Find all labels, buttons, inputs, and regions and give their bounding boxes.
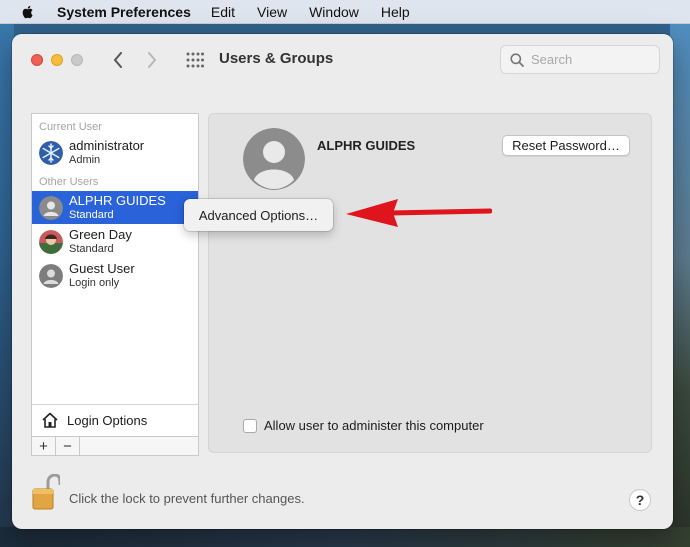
user-role: Admin — [69, 154, 101, 166]
remove-user-button[interactable]: − — [56, 437, 80, 455]
user-role: Standard — [69, 243, 114, 255]
allow-admin-checkbox[interactable] — [243, 418, 257, 433]
advanced-options-menu-item[interactable]: Advanced Options… — [199, 208, 318, 223]
desktop-background-right — [670, 22, 690, 547]
menu-app-name[interactable]: System Preferences — [57, 4, 191, 20]
desktop-background-bottom — [0, 527, 690, 547]
other-users-label: Other Users — [39, 176, 99, 188]
photo-avatar-icon — [39, 230, 63, 254]
menu-help[interactable]: Help — [381, 4, 410, 20]
show-all-grid-icon[interactable] — [186, 52, 204, 68]
chevron-left-icon — [114, 52, 122, 68]
reset-password-button[interactable]: Reset Password… — [502, 135, 630, 156]
users-groups-window: Users & Groups Current User — [12, 34, 673, 529]
chevron-right-icon — [148, 52, 156, 68]
zoom-window-button[interactable] — [71, 54, 83, 66]
minimize-window-button[interactable] — [51, 54, 63, 66]
add-remove-bar: + − — [32, 436, 198, 455]
guest-avatar-icon — [39, 264, 63, 288]
menu-view[interactable]: View — [257, 4, 287, 20]
red-arrow-annotation-icon — [346, 199, 492, 227]
user-name: Green Day — [69, 227, 132, 242]
default-avatar-icon — [39, 196, 63, 220]
snowflake-avatar-icon — [39, 141, 63, 165]
user-name: ALPHR GUIDES — [69, 193, 166, 208]
add-user-button[interactable]: + — [32, 437, 56, 455]
selected-user-name: ALPHR GUIDES — [317, 138, 416, 153]
search-icon — [510, 52, 524, 67]
users-sidebar: Current User administrator Admin Other U… — [31, 113, 199, 456]
user-picture-icon[interactable] — [243, 128, 305, 190]
user-name: administrator — [69, 138, 145, 153]
user-role: Standard — [69, 209, 114, 221]
back-button[interactable] — [111, 51, 125, 69]
current-user-label: Current User — [39, 121, 102, 133]
login-options-label: Login Options — [67, 413, 148, 428]
menu-bar: System Preferences Edit View Window Help — [0, 0, 690, 24]
padlock-unlocked-icon[interactable] — [32, 474, 60, 510]
user-role: Login only — [69, 277, 120, 289]
lock-hint-text: Click the lock to prevent further change… — [69, 491, 305, 506]
menu-window[interactable]: Window — [309, 4, 359, 20]
context-menu: Advanced Options… — [184, 199, 333, 231]
apple-logo-icon[interactable] — [20, 4, 36, 20]
window-title: Users & Groups — [219, 50, 334, 67]
close-window-button[interactable] — [31, 54, 43, 66]
title-bar: Users & Groups — [12, 34, 673, 86]
allow-admin-label: Allow user to administer this computer — [264, 418, 484, 433]
user-item-green-day[interactable]: Green Day Standard — [32, 225, 198, 258]
allow-admin-row[interactable]: Allow user to administer this computer — [243, 418, 484, 433]
search-input[interactable] — [531, 52, 651, 67]
user-item-administrator[interactable]: administrator Admin — [32, 136, 198, 169]
user-detail-panel: ALPHR GUIDES Reset Password… Allow user … — [208, 113, 652, 453]
house-icon — [42, 412, 58, 428]
menu-edit[interactable]: Edit — [211, 4, 235, 20]
user-name: Guest User — [69, 261, 135, 276]
login-options-item[interactable]: Login Options — [32, 404, 198, 436]
help-button[interactable]: ? — [629, 489, 651, 511]
search-field[interactable] — [500, 45, 660, 74]
user-item-guest-user[interactable]: Guest User Login only — [32, 259, 198, 292]
forward-button[interactable] — [145, 51, 159, 69]
user-item-alphr-guides[interactable]: ALPHR GUIDES Standard — [32, 191, 198, 224]
